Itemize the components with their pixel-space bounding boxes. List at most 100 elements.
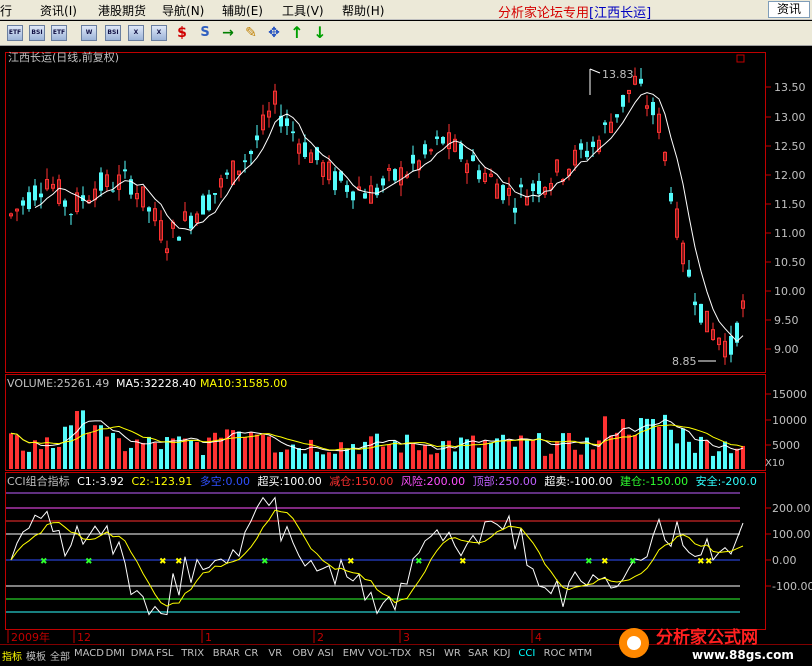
main-y-tick-label: 12.00 bbox=[774, 169, 806, 182]
toolbar-button-1[interactable]: ETF bbox=[6, 24, 24, 42]
candle-body bbox=[39, 193, 43, 198]
indicator-tab[interactable]: VOL-TDX bbox=[368, 648, 411, 659]
volume-bar bbox=[183, 438, 187, 469]
toolbar-button-8[interactable]: $ bbox=[173, 24, 191, 42]
volume-bar bbox=[111, 432, 115, 469]
table-icon: X bbox=[156, 29, 162, 36]
volume-bar bbox=[213, 432, 217, 469]
indicator-tab[interactable]: DMA bbox=[131, 648, 154, 659]
news-button[interactable]: 资讯 bbox=[768, 1, 810, 18]
toolbar-button-14[interactable]: ↓ bbox=[311, 24, 329, 42]
volume-bar bbox=[531, 439, 535, 469]
toolbar-button-13[interactable]: ↑ bbox=[288, 24, 306, 42]
toolbar-button-12[interactable]: ✥ bbox=[265, 24, 283, 42]
volume-bar bbox=[21, 450, 25, 469]
indicator-tab[interactable]: DMI bbox=[106, 648, 125, 659]
candle-body bbox=[639, 78, 643, 84]
indicator-tab[interactable]: 模板 bbox=[26, 648, 46, 663]
cci-panel-frame bbox=[5, 472, 766, 630]
indicator-tab[interactable]: 指标 bbox=[2, 648, 22, 663]
main-y-tick-label: 13.00 bbox=[774, 111, 806, 124]
candle-body bbox=[687, 269, 691, 277]
candle-body bbox=[729, 335, 733, 355]
volume-bar bbox=[447, 440, 451, 469]
menu-hk-futures[interactable]: 港股期货 bbox=[98, 2, 146, 19]
candle-body bbox=[651, 101, 655, 116]
candle-body bbox=[33, 185, 37, 201]
volume-y-axis: 15000 10000 5000 bbox=[766, 388, 807, 452]
arrow-up-icon: ↑ bbox=[290, 23, 304, 42]
volume-bar bbox=[135, 439, 139, 469]
indicator-tab[interactable]: WR bbox=[444, 648, 461, 659]
forum-title: 分析家论坛专用[江西长运] bbox=[498, 6, 652, 21]
cci-signal-mark: ✖ bbox=[415, 557, 423, 567]
indicator-tab[interactable]: VR bbox=[268, 648, 282, 659]
candle-body bbox=[441, 137, 445, 144]
indicator-tab[interactable]: ROC bbox=[544, 648, 566, 659]
indicator-tab[interactable]: 全部 bbox=[50, 648, 70, 663]
toolbar-button-4[interactable]: W bbox=[80, 24, 98, 42]
panel-toggle-icon[interactable] bbox=[736, 54, 745, 63]
indicator-tab[interactable]: FSL bbox=[156, 648, 174, 659]
indicator-tab[interactable]: EMV bbox=[343, 648, 365, 659]
indicator-tab[interactable]: OBV bbox=[292, 648, 313, 659]
candle-body bbox=[411, 154, 415, 164]
indicator-tab[interactable]: RSI bbox=[419, 648, 435, 659]
indicator-tab[interactable]: MTM bbox=[569, 648, 592, 659]
bsi2-icon: BSI bbox=[107, 29, 119, 36]
candle-body bbox=[243, 160, 247, 163]
volume-bar bbox=[561, 433, 565, 469]
menu-trade[interactable]: 行 bbox=[0, 2, 12, 19]
volume-bar bbox=[15, 435, 19, 469]
toolbar-button-9[interactable]: S bbox=[196, 24, 214, 42]
volume-bar bbox=[507, 439, 511, 469]
volume-bar bbox=[75, 411, 79, 469]
indicator-tab[interactable]: SAR bbox=[468, 648, 488, 659]
volume-bar bbox=[357, 454, 361, 469]
volume-bar bbox=[627, 434, 631, 469]
volume-bar bbox=[285, 449, 289, 469]
toolbar-button-2[interactable]: BSI bbox=[28, 24, 46, 42]
menu-navigate[interactable]: 导航(N) bbox=[162, 2, 204, 19]
candle-body bbox=[615, 114, 619, 118]
menu-news[interactable]: 资讯(I) bbox=[40, 2, 77, 19]
toolbar-button-5[interactable]: BSI bbox=[104, 24, 122, 42]
toolbar-button-6[interactable]: X bbox=[127, 24, 145, 42]
menu-tools[interactable]: 工具(V) bbox=[282, 2, 324, 19]
toolbar-button-7[interactable]: X bbox=[150, 24, 168, 42]
volume-bar bbox=[327, 452, 331, 469]
candle-body bbox=[519, 184, 523, 188]
candle-body bbox=[291, 131, 295, 134]
indicator-tab[interactable]: KDJ bbox=[493, 648, 510, 659]
indicator-tab[interactable]: MACD bbox=[74, 648, 104, 659]
candle-body bbox=[147, 207, 151, 212]
volume-bar bbox=[141, 442, 145, 469]
indicator-tab[interactable]: BRAR bbox=[213, 648, 240, 659]
toolbar-button-10[interactable]: → bbox=[219, 24, 237, 42]
chart-area[interactable]: 江西长运(日线,前复权) 13.50 13.00 12.50 12.00 11.50 11… bbox=[0, 47, 812, 644]
high-price-label: 13.83 bbox=[602, 68, 634, 81]
cci-signal-mark: ✖ bbox=[261, 557, 269, 567]
volume-bar bbox=[303, 453, 307, 469]
toolbar-button-11[interactable]: ✎ bbox=[242, 24, 260, 42]
indicator-tab[interactable]: CCI bbox=[518, 648, 535, 659]
grid-icon: X bbox=[133, 29, 139, 36]
volume-bar bbox=[39, 449, 43, 469]
volume-bar bbox=[477, 447, 481, 469]
volume-bar bbox=[129, 447, 133, 469]
toolbar-button-3[interactable]: ETF bbox=[50, 24, 68, 42]
indicator-tab[interactable]: TRIX bbox=[181, 648, 204, 659]
volume-bar bbox=[339, 442, 343, 469]
menu-assist[interactable]: 辅助(E) bbox=[222, 2, 263, 19]
volume-bar bbox=[399, 452, 403, 469]
cci-signal-mark: ✖ bbox=[159, 557, 167, 567]
cci-y-tick-label: 200.00 bbox=[772, 502, 811, 515]
stock-chart[interactable]: 江西长运(日线,前复权) 13.5013.0012.5012.0011.5011… bbox=[0, 47, 812, 644]
volume-bar bbox=[465, 439, 469, 469]
chart-icon: ETF bbox=[8, 29, 22, 36]
indicator-tab[interactable]: CR bbox=[244, 648, 258, 659]
indicator-tab[interactable]: ASI bbox=[318, 648, 334, 659]
time-label: 2 bbox=[317, 631, 324, 644]
menu-help[interactable]: 帮助(H) bbox=[342, 2, 384, 19]
volume-bar bbox=[741, 445, 745, 469]
